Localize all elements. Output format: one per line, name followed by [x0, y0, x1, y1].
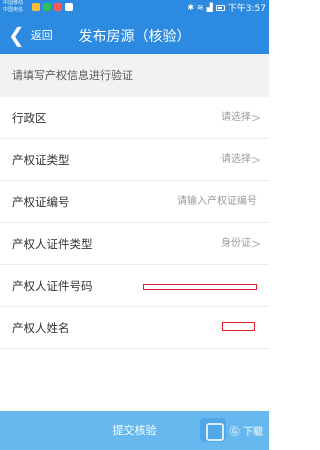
redaction-box	[143, 284, 257, 290]
watermark-text: Ⓖ 下载	[229, 426, 263, 438]
chevron-right-icon: >	[250, 111, 261, 125]
carrier-label-2: 中国电信	[3, 7, 24, 13]
wifi-icon: ≋	[196, 3, 204, 12]
status-bar: 中国移动 中国电信 ✱ ≋ ▟ 下午3:57	[0, 0, 269, 16]
cert-number-input[interactable]: 请输入产权证编号	[177, 181, 257, 223]
page-title: 发布房源（核验）	[78, 29, 191, 45]
id-number-label: 产权人证件号码	[12, 279, 93, 293]
cert-type-label: 产权证类型	[12, 153, 70, 167]
chevron-right-icon: >	[250, 237, 261, 251]
owner-name-row[interactable]: 产权人姓名	[0, 307, 269, 349]
signal-icon: ▟	[206, 3, 213, 12]
owner-name-label: 产权人姓名	[12, 321, 70, 335]
form-hint: 请填写产权信息进行验证	[0, 54, 269, 97]
id-type-label: 产权人证件类型	[12, 237, 93, 251]
district-label: 行政区	[12, 111, 47, 125]
district-value: 请选择	[221, 112, 251, 123]
cert-number-label: 产权证编号	[12, 195, 70, 209]
notification-app-icon	[32, 3, 40, 11]
cert-type-row[interactable]: 产权证类型 请选择 >	[0, 139, 269, 181]
district-row[interactable]: 行政区 请选择 >	[0, 97, 269, 139]
battery-icon	[215, 4, 225, 11]
clock: 下午3:57	[227, 4, 266, 14]
id-number-row[interactable]: 产权人证件号码	[0, 265, 269, 307]
notification-app-icon	[54, 3, 62, 11]
carrier-label-1: 中国移动	[3, 0, 24, 6]
redaction-box	[222, 322, 255, 331]
notification-icons	[32, 3, 73, 11]
cert-number-row[interactable]: 产权证编号 请输入产权证编号	[0, 181, 269, 223]
bluetooth-icon: ✱	[187, 3, 194, 12]
notification-app-icon	[43, 3, 51, 11]
watermark-logo-icon	[199, 418, 226, 442]
system-indicators: ✱ ≋ ▟ 下午3:57	[187, 1, 266, 14]
id-type-value: 身份证	[221, 238, 251, 249]
chevron-right-icon: >	[250, 153, 261, 167]
cert-type-value: 请选择	[221, 154, 251, 165]
id-type-row[interactable]: 产权人证件类型 身份证 >	[0, 223, 269, 265]
nav-bar: ❮ 返回 发布房源（核验）	[0, 16, 269, 54]
notification-app-icon	[65, 3, 73, 11]
watermark: Ⓖ 下载	[199, 418, 263, 442]
